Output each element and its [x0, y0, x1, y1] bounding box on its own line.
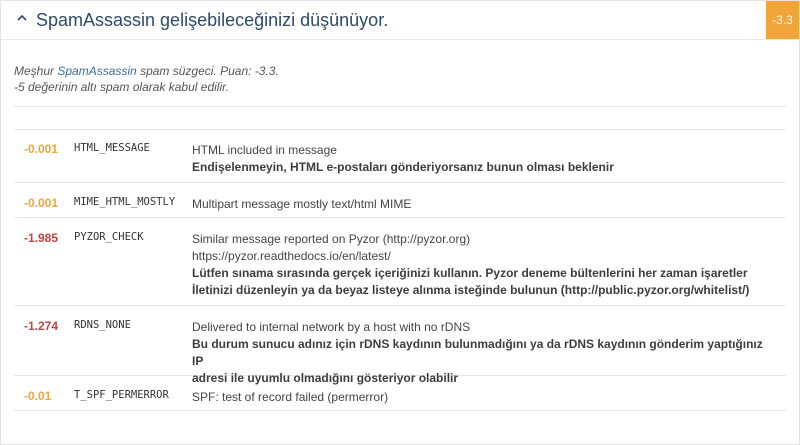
rule-name: RDNS_NONE — [74, 319, 131, 331]
rule-name: T_SPF_PERMERROR — [74, 389, 169, 401]
rule-tip-line: İletinizi düzenleyin ya da beyaz listeye… — [192, 283, 750, 297]
spamassassin-panel: SpamAssassin gelişebileceğinizi düşünüyo… — [0, 0, 800, 445]
rule-score: -0.001 — [24, 196, 59, 210]
rule-description-line: Similar message reported on Pyzor (http:… — [192, 232, 471, 246]
score-badge: -3.3 — [766, 1, 799, 39]
intro-line-1: Meşhur SpamAssassin spam süzgeci. Puan: … — [14, 63, 279, 79]
rule-score: -0.001 — [24, 142, 59, 156]
intro-prefix: Meşhur — [14, 64, 58, 78]
intro-text: Meşhur SpamAssassin spam süzgeci. Puan: … — [14, 63, 279, 95]
rule-tip-line: Bu durum sunucu adınız için rDNS kaydını… — [192, 337, 763, 368]
rule-score: -1.985 — [24, 231, 59, 245]
intro-line-2: -5 değerinin altı spam olarak kabul edil… — [14, 80, 229, 94]
rule-tip-line: Endişelenmeyin, HTML e-postaları gönderi… — [192, 160, 614, 174]
rule-score: -1.274 — [24, 319, 59, 333]
rule-description: SPF: test of record failed (permerror) — [192, 389, 776, 406]
rule-row: -0.001 HTML_MESSAGE HTML included in messa… — [14, 129, 786, 183]
divider — [14, 106, 786, 107]
rule-description-line: HTML included in message — [192, 143, 337, 157]
rule-description-line: SPF: test of record failed (permerror) — [192, 390, 389, 404]
rule-name: HTML_MESSAGE — [74, 142, 150, 154]
rule-description-line: https://pyzor.readthedocs.io/en/latest/ — [192, 249, 391, 263]
rule-description: Similar message reported on Pyzor (http:… — [192, 231, 776, 299]
rule-row: -0.01 T_SPF_PERMERROR SPF: test of record … — [14, 376, 786, 411]
rule-row: -1.274 RDNS_NONE Delivered to internal net… — [14, 306, 786, 385]
panel-header[interactable]: SpamAssassin gelişebileceğinizi düşünüyo… — [1, 1, 799, 40]
rule-description: HTML included in message Endişelenmeyin, … — [192, 142, 776, 176]
spamassassin-link[interactable]: SpamAssassin — [57, 64, 136, 78]
rule-description-line: Multipart message mostly text/html MIME — [192, 197, 412, 211]
rule-name: MIME_HTML_MOSTLY — [74, 196, 176, 208]
rule-row: -0.001 MIME_HTML_MOSTLY Multipart message … — [14, 183, 786, 218]
rule-tip-line: Lütfen sınama sırasında gerçek içeriğini… — [192, 266, 748, 280]
chevron-up-icon[interactable] — [17, 13, 27, 23]
rule-description-line: Delivered to internal network by a host … — [192, 320, 471, 334]
rules-list: -0.001 HTML_MESSAGE HTML included in messa… — [14, 129, 786, 411]
intro-suffix: spam süzgeci. Puan: -3.3. — [136, 64, 279, 78]
rule-name: PYZOR_CHECK — [74, 231, 144, 243]
rule-description: Multipart message mostly text/html MIME — [192, 196, 776, 213]
rule-score: -0.01 — [24, 389, 52, 403]
panel-title: SpamAssassin gelişebileceğinizi düşünüyo… — [36, 10, 389, 30]
rule-row: -1.985 PYZOR_CHECK Similar message reporte… — [14, 218, 786, 306]
